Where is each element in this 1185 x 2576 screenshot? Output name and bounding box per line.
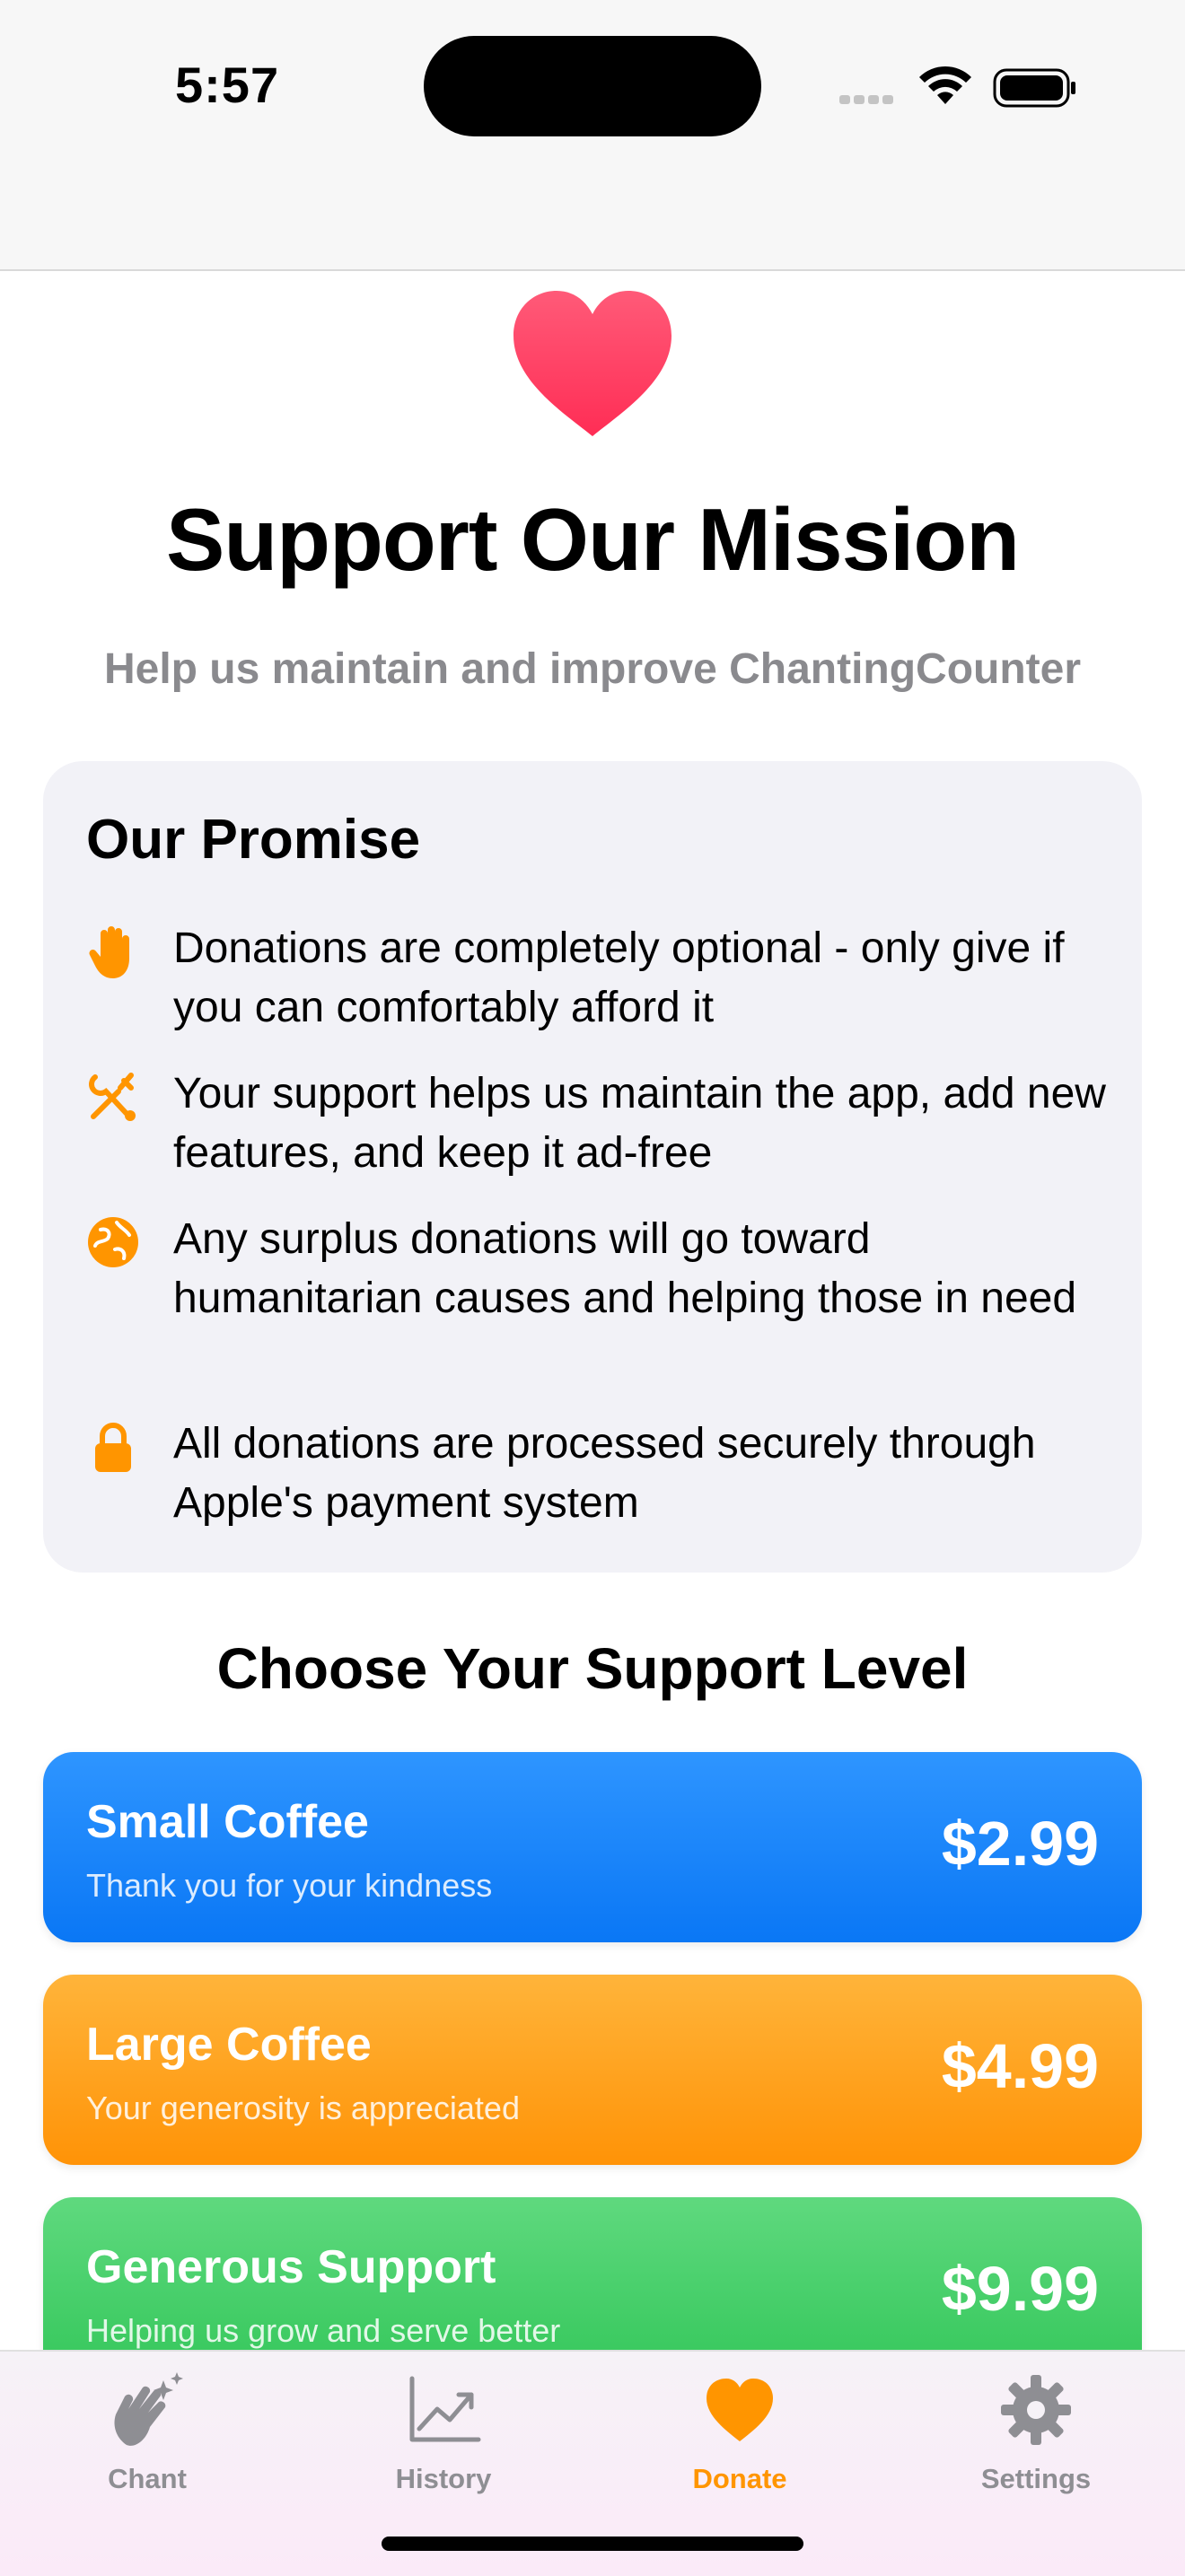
promise-text: All donations are processed securely thr… <box>173 1420 1036 1527</box>
tab-label: Settings <box>980 2463 1092 2494</box>
tab-label: Chant <box>108 2463 187 2494</box>
tier-small-coffee-button[interactable]: Small Coffee Thank you for your kindness… <box>43 1752 1142 1942</box>
cellular-signal-icon <box>839 92 897 109</box>
tab-label: History <box>395 2463 492 2494</box>
tab-donate[interactable]: Donate <box>650 2370 830 2495</box>
promise-text: Your support helps us maintain the app, … <box>173 1070 1106 1177</box>
tier-name: Small Coffee <box>86 1796 369 1848</box>
tier-name: Large Coffee <box>86 2019 372 2071</box>
promise-text: Any surplus donations will go toward hum… <box>173 1215 1077 1322</box>
tier-name: Generous Support <box>86 2241 496 2293</box>
dynamic-island <box>424 36 761 136</box>
wrench-screwdriver-icon <box>89 1073 136 1121</box>
page-subtitle: Help us maintain and improve ChantingCou… <box>103 645 1082 693</box>
heart-icon <box>514 291 672 436</box>
tab-history[interactable]: History <box>354 2370 533 2495</box>
status-time: 5:57 <box>175 57 280 113</box>
promise-title: Our Promise <box>86 809 421 871</box>
tier-description: Thank you for your kindness <box>86 1867 493 1904</box>
heart-icon <box>707 2379 773 2441</box>
tier-large-coffee-button[interactable]: Large Coffee Your generosity is apprecia… <box>43 1975 1142 2165</box>
clapping-hands-icon <box>114 2372 183 2446</box>
tab-chant[interactable]: Chant <box>57 2370 237 2495</box>
home-indicator[interactable] <box>382 2537 803 2551</box>
tier-price: $4.99 <box>941 2031 1099 2101</box>
tier-price: $2.99 <box>941 1809 1099 1879</box>
gear-icon <box>1001 2375 1071 2445</box>
battery-icon <box>993 68 1075 108</box>
lock-icon <box>95 1423 131 1472</box>
promise-card: Our Promise Donations are completely opt… <box>43 761 1142 1573</box>
tier-description: Your generosity is appreciated <box>86 2090 520 2126</box>
tab-label: Donate <box>692 2463 787 2494</box>
page-title: Support Our Mission <box>165 490 1020 589</box>
support-level-title: Choose Your Support Level <box>216 1636 969 1701</box>
tier-description: Helping us grow and serve better <box>86 2312 561 2349</box>
globe-icon <box>88 1217 138 1267</box>
tab-settings[interactable]: Settings <box>946 2370 1126 2495</box>
promise-text: Donations are completely optional - only… <box>173 924 1065 1031</box>
tier-price: $9.99 <box>941 2254 1099 2324</box>
wifi-icon <box>919 66 971 104</box>
chart-line-icon <box>409 2376 481 2442</box>
hand-raised-icon <box>89 926 129 978</box>
status-bar: 5:57 <box>0 0 1185 271</box>
